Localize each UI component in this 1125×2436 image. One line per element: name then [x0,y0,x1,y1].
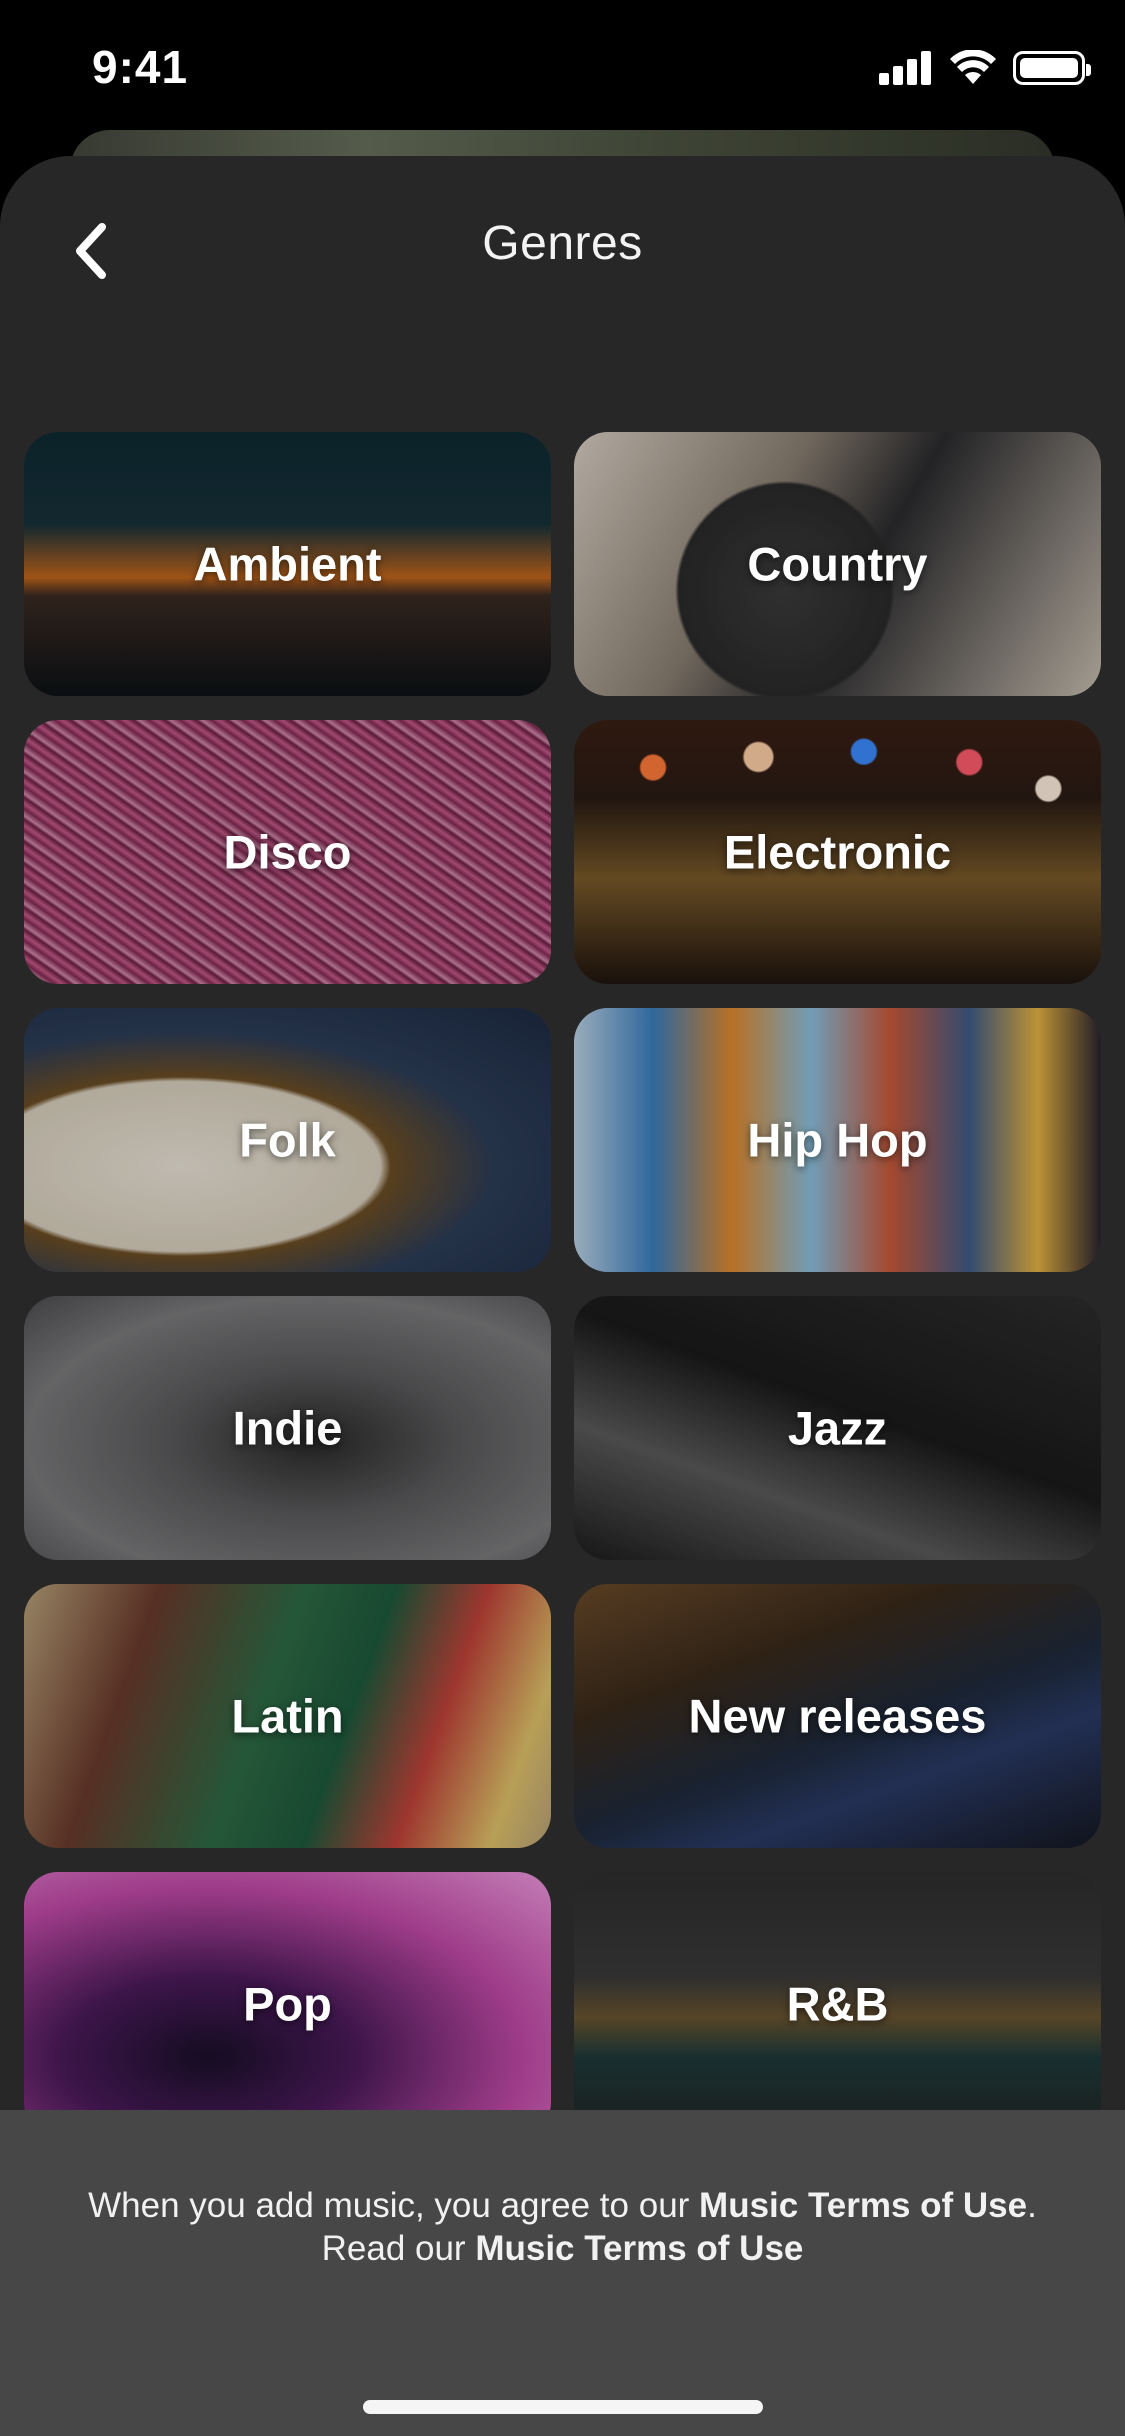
genre-tile-pop[interactable]: Pop [24,1872,551,2136]
genre-label: Ambient [193,537,382,591]
genre-tile-new-releases[interactable]: New releases [574,1584,1101,1848]
terms-period: . [1027,2186,1037,2225]
genre-label: New releases [688,1689,987,1743]
genre-label: Country [747,537,928,591]
nav-header: Genres [0,156,1125,336]
genre-label: Pop [243,1977,332,2031]
read-prefix: Read our [321,2229,476,2268]
genre-tile-indie[interactable]: Indie [24,1296,551,1560]
genre-label: Disco [223,825,352,879]
home-indicator [363,2400,763,2414]
genre-tile-hip-hop[interactable]: Hip Hop [574,1008,1101,1272]
terms-text: When you add music, you agree to our Mus… [60,2184,1065,2270]
genre-label: Latin [231,1689,344,1743]
genre-label: Folk [239,1113,336,1167]
genre-tile-country[interactable]: Country [574,432,1101,696]
genres-sheet: Genres Ambient Country Disco Electronic … [0,156,1125,2436]
genre-tile-latin[interactable]: Latin [24,1584,551,1848]
genre-label: Jazz [787,1401,888,1455]
status-bar: 9:41 [0,0,1125,140]
genre-label: Hip Hop [747,1113,928,1167]
genre-label: Indie [232,1401,343,1455]
genre-tile-disco[interactable]: Disco [24,720,551,984]
cellular-signal-icon [879,51,933,85]
music-terms-link[interactable]: Music Terms of Use [699,2186,1027,2225]
genre-tile-jazz[interactable]: Jazz [574,1296,1101,1560]
genre-tile-rnb[interactable]: R&B [574,1872,1101,2136]
genre-grid: Ambient Country Disco Electronic Folk Hi… [24,432,1101,2136]
genre-tile-ambient[interactable]: Ambient [24,432,551,696]
genre-tile-folk[interactable]: Folk [24,1008,551,1272]
wifi-icon [950,50,996,84]
genre-label: Electronic [723,825,952,879]
genre-tile-electronic[interactable]: Electronic [574,720,1101,984]
status-time: 9:41 [92,41,189,93]
genre-label: R&B [786,1977,889,2031]
status-icons [879,48,1091,88]
terms-prefix: When you add music, you agree to our [88,2186,700,2225]
music-terms-link-secondary[interactable]: Music Terms of Use [475,2229,803,2268]
terms-footer: When you add music, you agree to our Mus… [0,2110,1125,2436]
page-title: Genres [482,217,643,270]
battery-icon [1013,51,1091,85]
